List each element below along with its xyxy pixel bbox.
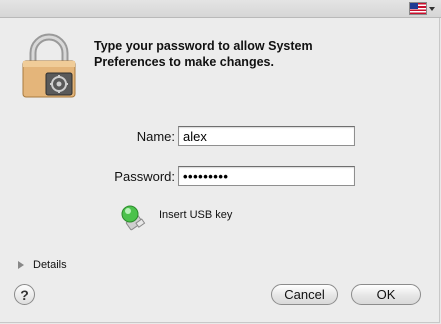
details-disclosure[interactable]: Details (18, 259, 67, 271)
help-button[interactable]: ? (14, 284, 35, 305)
us-flag-icon (409, 2, 427, 15)
authentication-dialog: Type your password to allow System Prefe… (0, 0, 441, 323)
usb-key-icon (121, 205, 146, 231)
dialog-message-line1: Type your password to allow System (94, 39, 313, 53)
disclosure-triangle-icon (18, 261, 24, 269)
chevron-down-icon (429, 6, 435, 11)
input-menu[interactable] (409, 2, 435, 15)
ok-button[interactable]: OK (351, 284, 421, 305)
name-label: Name: (136, 129, 175, 144)
dialog-message-line2: Preferences to make changes. (94, 55, 274, 69)
dialog-message: Type your password to allow System Prefe… (94, 38, 394, 70)
name-field[interactable]: alex (178, 126, 355, 146)
password-field[interactable]: ••••••••• (178, 166, 355, 186)
cancel-button[interactable]: Cancel (271, 284, 338, 305)
usb-key-label: Insert USB key (159, 209, 233, 221)
password-label: Password: (114, 169, 175, 184)
lock-icon (22, 33, 76, 98)
menu-bar (0, 0, 441, 18)
details-label: Details (33, 259, 67, 271)
